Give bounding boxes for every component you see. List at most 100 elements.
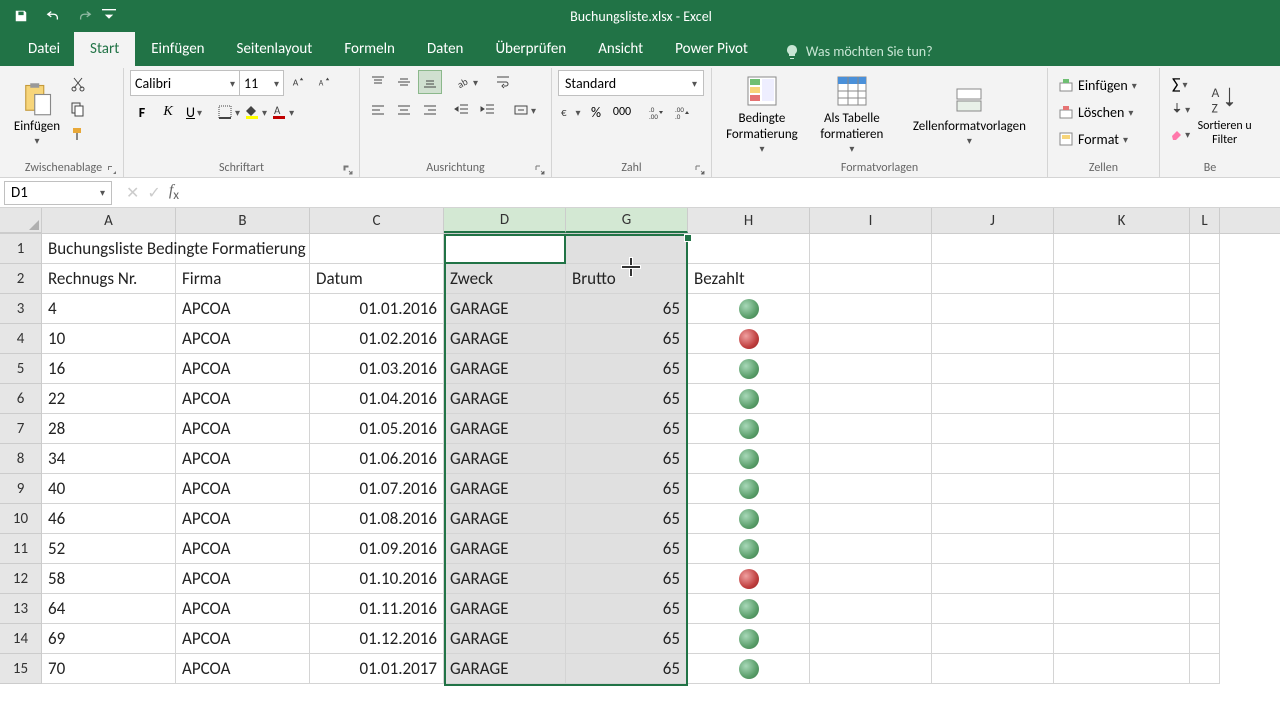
insert-cells-button[interactable]: Einfügen▾ bbox=[1054, 72, 1153, 98]
cell[interactable] bbox=[810, 654, 932, 684]
underline-button[interactable]: U▾ bbox=[182, 100, 206, 124]
border-button[interactable]: ▾ bbox=[216, 100, 241, 124]
col-header-D[interactable]: D bbox=[444, 208, 566, 233]
cell[interactable] bbox=[1190, 384, 1220, 414]
cell[interactable] bbox=[810, 444, 932, 474]
cell[interactable]: 34 bbox=[42, 444, 176, 474]
cell[interactable]: 52 bbox=[42, 534, 176, 564]
qat-customize[interactable] bbox=[102, 3, 116, 29]
cell[interactable]: 65 bbox=[566, 534, 688, 564]
fill-color-button[interactable]: ▾ bbox=[243, 100, 268, 124]
cell[interactable] bbox=[688, 594, 810, 624]
cell[interactable] bbox=[932, 654, 1054, 684]
tab-insert[interactable]: Einfügen bbox=[135, 32, 220, 66]
increase-indent-button[interactable] bbox=[476, 98, 500, 122]
col-header-G[interactable]: G bbox=[566, 208, 688, 233]
cell[interactable] bbox=[932, 564, 1054, 594]
tab-review[interactable]: Überprüfen bbox=[479, 32, 582, 66]
cell[interactable]: 65 bbox=[566, 354, 688, 384]
col-header-K[interactable]: K bbox=[1054, 208, 1190, 233]
align-launcher[interactable] bbox=[535, 161, 549, 175]
cell[interactable]: APCOA bbox=[176, 474, 310, 504]
cell[interactable] bbox=[810, 594, 932, 624]
cell[interactable]: 01.10.2016 bbox=[310, 564, 444, 594]
cell[interactable] bbox=[1190, 294, 1220, 324]
cell[interactable] bbox=[932, 324, 1054, 354]
cell[interactable] bbox=[810, 504, 932, 534]
cell[interactable]: GARAGE bbox=[444, 564, 566, 594]
cell[interactable] bbox=[1054, 534, 1190, 564]
tab-pagelayout[interactable]: Seitenlayout bbox=[221, 32, 329, 66]
delete-cells-button[interactable]: Löschen▾ bbox=[1054, 99, 1153, 125]
italic-button[interactable]: K bbox=[156, 100, 180, 124]
row-header[interactable]: 7 bbox=[0, 414, 42, 444]
cell[interactable] bbox=[688, 444, 810, 474]
cell[interactable]: GARAGE bbox=[444, 594, 566, 624]
cell[interactable] bbox=[1054, 594, 1190, 624]
cell[interactable] bbox=[810, 384, 932, 414]
tab-view[interactable]: Ansicht bbox=[582, 32, 659, 66]
cell[interactable]: GARAGE bbox=[444, 294, 566, 324]
cell[interactable]: 01.12.2016 bbox=[310, 624, 444, 654]
cell[interactable]: 69 bbox=[42, 624, 176, 654]
align-top-button[interactable] bbox=[366, 70, 390, 94]
row-header[interactable]: 4 bbox=[0, 324, 42, 354]
align-middle-button[interactable] bbox=[392, 70, 416, 94]
enter-formula-button[interactable]: ✓ bbox=[147, 183, 160, 203]
cell[interactable] bbox=[932, 354, 1054, 384]
cell[interactable] bbox=[932, 534, 1054, 564]
cell[interactable]: APCOA bbox=[176, 564, 310, 594]
cell[interactable]: APCOA bbox=[176, 624, 310, 654]
cell[interactable]: 65 bbox=[566, 654, 688, 684]
cell[interactable] bbox=[932, 444, 1054, 474]
cell[interactable] bbox=[932, 294, 1054, 324]
cell[interactable]: 16 bbox=[42, 354, 176, 384]
cell[interactable] bbox=[1190, 624, 1220, 654]
cell[interactable]: GARAGE bbox=[444, 654, 566, 684]
cell[interactable] bbox=[810, 624, 932, 654]
tab-start[interactable]: Start bbox=[74, 32, 135, 66]
cell[interactable] bbox=[932, 414, 1054, 444]
bold-button[interactable]: F bbox=[130, 100, 154, 124]
row-header[interactable]: 10 bbox=[0, 504, 42, 534]
cell[interactable] bbox=[1190, 504, 1220, 534]
tab-formulas[interactable]: Formeln bbox=[328, 32, 411, 66]
cell[interactable]: APCOA bbox=[176, 504, 310, 534]
cell[interactable]: 01.07.2016 bbox=[310, 474, 444, 504]
cell[interactable]: 01.11.2016 bbox=[310, 594, 444, 624]
cell[interactable] bbox=[1054, 294, 1190, 324]
selection-handle[interactable] bbox=[684, 234, 692, 242]
cell[interactable]: GARAGE bbox=[444, 534, 566, 564]
cell[interactable] bbox=[932, 384, 1054, 414]
cell[interactable]: 58 bbox=[42, 564, 176, 594]
comma-format-button[interactable]: 000 bbox=[610, 100, 634, 124]
cell[interactable] bbox=[688, 564, 810, 594]
merge-center-button[interactable]: ▾ bbox=[512, 98, 537, 122]
conditional-formatting-button[interactable]: Bedingte Formatierung▾ bbox=[718, 70, 806, 158]
cell[interactable] bbox=[1190, 534, 1220, 564]
cell[interactable]: APCOA bbox=[176, 384, 310, 414]
row-header[interactable]: 13 bbox=[0, 594, 42, 624]
clear-button[interactable]: ▾ bbox=[1166, 122, 1193, 146]
cell[interactable]: 46 bbox=[42, 504, 176, 534]
cell[interactable] bbox=[688, 294, 810, 324]
fill-button[interactable]: ▾ bbox=[1166, 97, 1193, 121]
cell[interactable] bbox=[1054, 624, 1190, 654]
name-box[interactable]: D1▾ bbox=[4, 181, 112, 205]
spreadsheet-grid[interactable]: A B C D G H I J K L 1 Buchungsliste Bedi… bbox=[0, 208, 1280, 684]
cell[interactable] bbox=[1054, 384, 1190, 414]
cell[interactable] bbox=[688, 504, 810, 534]
accounting-format-button[interactable]: €▾ bbox=[558, 100, 582, 124]
cell[interactable]: APCOA bbox=[176, 354, 310, 384]
cell[interactable]: 65 bbox=[566, 324, 688, 354]
font-color-button[interactable]: A▾ bbox=[270, 100, 295, 124]
row-header[interactable]: 5 bbox=[0, 354, 42, 384]
col-header-J[interactable]: J bbox=[932, 208, 1054, 233]
decrease-font-button[interactable]: A bbox=[312, 70, 336, 94]
cell[interactable]: 65 bbox=[566, 474, 688, 504]
increase-decimal-button[interactable]: .0.00 bbox=[644, 100, 668, 124]
select-all-corner[interactable] bbox=[0, 208, 42, 233]
align-right-button[interactable] bbox=[418, 98, 442, 122]
cell[interactable]: 65 bbox=[566, 294, 688, 324]
format-cells-button[interactable]: Format▾ bbox=[1054, 126, 1153, 152]
